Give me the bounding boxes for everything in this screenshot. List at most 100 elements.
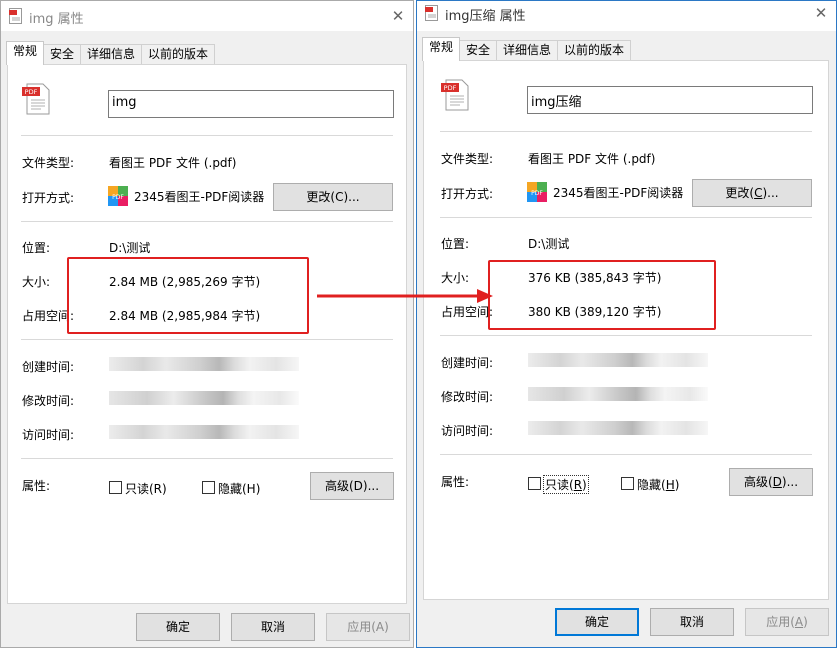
location-label: 位置: (22, 241, 51, 255)
open-with-value: 2345看图王-PDF阅读器 (134, 190, 265, 204)
disk-size-label: 占用空间: (441, 305, 494, 319)
location-value: D:\测试 (109, 241, 151, 255)
ok-button[interactable]: 确定 (555, 608, 639, 636)
modified-label: 修改时间: (441, 390, 494, 404)
right-tab-strip: 常规 安全 详细信息 以前的版本 (422, 37, 632, 61)
created-label: 创建时间: (441, 356, 494, 370)
file-type-label: 文件类型: (22, 156, 75, 170)
left-tab-strip: 常规 安全 详细信息 以前的版本 (6, 41, 216, 65)
apply-button-label: 应用( (766, 615, 795, 629)
advanced-button-label: 高级( (743, 475, 773, 489)
modified-value-redacted (528, 387, 708, 401)
created-value-redacted (528, 353, 708, 367)
advanced-button[interactable]: 高级(D)... (310, 472, 394, 500)
modified-value-redacted (109, 391, 299, 405)
open-with-value: 2345看图王-PDF阅读器 (553, 186, 684, 200)
hidden-label[interactable]: 隐藏(H) (637, 476, 679, 493)
attributes-label: 属性: (441, 475, 470, 489)
size-label: 大小: (22, 275, 51, 289)
tab-security[interactable]: 安全 (43, 44, 82, 65)
pdf-file-icon: PDF (22, 83, 50, 115)
readonly-hotkey: R (573, 478, 583, 492)
advanced-hotkey: D (772, 475, 782, 489)
accessed-label: 访问时间: (22, 428, 75, 442)
divider (21, 221, 393, 222)
hidden-label[interactable]: 隐藏(H) (218, 480, 260, 497)
created-label: 创建时间: (22, 360, 75, 374)
close-icon[interactable]: ✕ (810, 2, 832, 24)
left-window-title: img 属性 (29, 12, 84, 27)
change-button[interactable]: 更改(C)... (273, 183, 393, 211)
close-icon[interactable]: ✕ (387, 5, 409, 27)
readonly-checkbox[interactable] (109, 481, 122, 494)
hidden-label-suffix: ) (674, 478, 680, 492)
app-badge-text: PDF (531, 190, 543, 197)
apply-button-suffix: ) (803, 615, 808, 629)
filename-input[interactable]: img (108, 90, 394, 118)
right-size-highlight-box (488, 260, 716, 330)
tab-general[interactable]: 常规 (6, 41, 45, 65)
change-button[interactable]: 更改(C)... (692, 179, 812, 207)
left-general-panel: PDF img 文件类型: 看图王 PDF 文件 (.pdf) 打开方式: PD… (7, 64, 407, 604)
divider (21, 135, 393, 136)
file-icon (9, 8, 22, 24)
file-type-value: 看图王 PDF 文件 (.pdf) (109, 156, 237, 170)
advanced-button[interactable]: 高级(D)... (729, 468, 813, 496)
divider (21, 339, 393, 340)
tab-general[interactable]: 常规 (422, 37, 461, 61)
right-title-bar[interactable]: img压缩 属性 ✕ (417, 1, 836, 31)
accessed-label: 访问时间: (441, 424, 494, 438)
accessed-value-redacted (109, 425, 299, 439)
left-title-bar[interactable]: img 属性 ✕ (1, 1, 413, 31)
divider (440, 217, 812, 218)
size-label: 大小: (441, 271, 470, 285)
divider (21, 458, 393, 459)
tab-details[interactable]: 详细信息 (496, 40, 559, 61)
divider (440, 335, 812, 336)
attributes-label: 属性: (22, 479, 51, 493)
file-type-label: 文件类型: (441, 152, 494, 166)
hidden-hotkey: H (665, 478, 675, 492)
readonly-checkbox[interactable] (528, 477, 541, 490)
location-value: D:\测试 (528, 237, 570, 251)
app-badge-text: PDF (112, 194, 124, 201)
hidden-checkbox[interactable] (202, 481, 215, 494)
cancel-button[interactable]: 取消 (650, 608, 734, 636)
created-value-redacted (109, 357, 299, 371)
divider (440, 131, 812, 132)
advanced-button-suffix: )... (781, 475, 799, 489)
change-button-suffix: )... (762, 186, 779, 200)
right-window-title: img压缩 属性 (445, 9, 526, 24)
pdf-reader-app-icon: PDF (108, 186, 128, 206)
open-with-label: 打开方式: (441, 187, 494, 201)
ok-button[interactable]: 确定 (136, 613, 220, 641)
tab-previous-versions[interactable]: 以前的版本 (141, 44, 216, 65)
hidden-label-text: 隐藏( (637, 478, 666, 492)
tab-security[interactable]: 安全 (459, 40, 498, 61)
apply-hotkey: A (794, 615, 804, 629)
pdf-badge-text: PDF (444, 84, 457, 92)
pdf-badge-text: PDF (25, 88, 38, 96)
open-with-label: 打开方式: (22, 191, 75, 205)
readonly-label[interactable]: 只读(R) (125, 480, 167, 497)
tab-details[interactable]: 详细信息 (80, 44, 143, 65)
tab-previous-versions[interactable]: 以前的版本 (557, 40, 632, 61)
location-label: 位置: (441, 237, 470, 251)
pdf-file-icon: PDF (441, 79, 469, 111)
comparison-arrow-icon (317, 289, 493, 303)
left-size-highlight-box (67, 257, 309, 334)
modified-label: 修改时间: (22, 394, 75, 408)
accessed-value-redacted (528, 421, 708, 435)
cancel-button[interactable]: 取消 (231, 613, 315, 641)
change-button-label: 更改( (725, 186, 755, 200)
filename-input[interactable]: img压缩 (527, 86, 813, 114)
apply-button[interactable]: 应用(A) (745, 608, 829, 636)
apply-button[interactable]: 应用(A) (326, 613, 410, 641)
hidden-checkbox[interactable] (621, 477, 634, 490)
file-icon (425, 5, 438, 21)
readonly-label[interactable]: 只读(R) (543, 475, 589, 494)
readonly-label-suffix: ) (582, 478, 587, 492)
readonly-label-text: 只读( (545, 478, 574, 492)
file-type-value: 看图王 PDF 文件 (.pdf) (528, 152, 656, 166)
divider (440, 454, 812, 455)
